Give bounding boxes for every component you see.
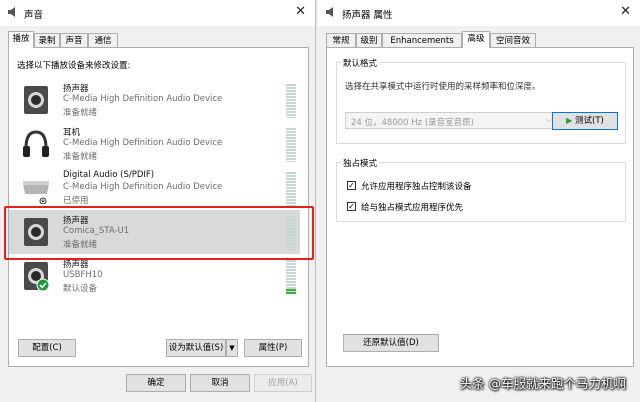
watermark: 头条 @车服就来跑个马力机啊 (459, 376, 626, 391)
device-name: 扬声器 (63, 84, 89, 94)
format-select[interactable]: 24 位，48000 Hz (录音室音质) ⌵ (345, 112, 557, 129)
format-description: 选择在共享模式中运行时使用的采样频率和位深度。 (345, 82, 541, 92)
tab-playback[interactable]: 播放 (8, 31, 34, 48)
device-item-headphones[interactable]: 耳机 C-Media High Definition Audio Device … (9, 122, 300, 166)
format-select-value: 24 位，48000 Hz (录音室音质) (351, 118, 474, 128)
tab-recording[interactable]: 录制 (34, 33, 60, 47)
device-item-speakers-usbfh10[interactable]: 扬声器 USBFH10 默认设备 (9, 254, 300, 298)
headphones-icon (23, 130, 49, 157)
instruction-text: 选择以下播放设备来修改设置: (17, 61, 131, 71)
speaker-app-icon (8, 7, 15, 17)
play-icon: ▶ (566, 116, 573, 125)
test-button[interactable]: ▶ 测试(T) (552, 112, 618, 130)
window-title: 声音 (24, 10, 44, 21)
volume-meter (286, 172, 296, 206)
tab-advanced[interactable]: 高级 (462, 31, 490, 48)
speaker-icon (24, 86, 48, 114)
highlight-box (4, 206, 314, 260)
close-icon[interactable]: ✕ (295, 4, 306, 19)
device-list[interactable]: 扬声器 C-Media High Definition Audio Device… (9, 78, 300, 300)
device-item-speakers-cmedia[interactable]: 扬声器 C-Media High Definition Audio Device… (9, 78, 300, 122)
window-title: 扬声器 属性 (342, 10, 393, 21)
ok-button[interactable]: 确定 (126, 374, 186, 392)
tab-sounds[interactable]: 声音 (60, 33, 88, 47)
exclusive-mode-group (336, 162, 626, 222)
volume-meter (286, 128, 296, 162)
priority-exclusive-checkbox[interactable]: ✓ (347, 202, 356, 211)
close-icon[interactable]: ✕ (620, 4, 631, 19)
allow-exclusive-checkbox[interactable]: ✓ (347, 181, 356, 190)
volume-meter (286, 84, 296, 118)
device-item-digital-audio[interactable]: Digital Audio (S/PDIF) C-Media High Defi… (9, 166, 300, 210)
speaker-properties-dialog: 扬声器 属性 ✕ 常规 级别 Enhancements 高级 空间音效 默认格式… (318, 0, 640, 402)
device-status: 已停用 (63, 196, 89, 206)
exclusive-mode-label: 独占模式 (341, 157, 380, 169)
speaker-default-icon (24, 262, 50, 292)
chevron-down-icon[interactable]: ▼ (226, 339, 238, 357)
device-description: C-Media High Definition Audio Device (63, 138, 223, 148)
properties-button[interactable]: 属性(P) (244, 339, 302, 357)
restore-defaults-button[interactable]: 还原默认值(D) (343, 334, 439, 352)
device-status: 默认设备 (63, 284, 98, 294)
tab-levels[interactable]: 级别 (356, 33, 382, 47)
device-status: 准备就绪 (63, 152, 98, 162)
test-button-label: 测试(T) (575, 116, 604, 126)
title-bar: 扬声器 属性 ✕ (318, 0, 640, 26)
device-status: 准备就绪 (63, 108, 98, 118)
default-format-group (336, 62, 626, 144)
cancel-button[interactable]: 取消 (190, 374, 250, 392)
device-description: USBFH10 (63, 270, 103, 280)
sound-dialog: 声音 ✕ 播放 录制 声音 通信 选择以下播放设备来修改设置: 扬声器 C-Me… (0, 0, 316, 402)
device-name: Digital Audio (S/PDIF) (63, 170, 155, 180)
tab-spatial-sound[interactable]: 空间音效 (490, 33, 536, 47)
speaker-app-icon (326, 7, 333, 17)
default-format-label: 默认格式 (341, 57, 380, 69)
digital-audio-icon (23, 181, 49, 204)
device-description: C-Media High Definition Audio Device (63, 182, 223, 192)
configure-button[interactable]: 配置(C) (18, 339, 76, 357)
apply-button[interactable]: 应用(A) (254, 374, 312, 392)
priority-exclusive-label: 给与独占模式应用程序优先 (361, 203, 464, 213)
volume-meter (286, 260, 296, 294)
title-bar: 声音 ✕ (0, 0, 315, 26)
advanced-panel: 默认格式 选择在共享模式中运行时使用的采样频率和位深度。 24 位，48000 … (326, 47, 634, 367)
device-description: C-Media High Definition Audio Device (63, 94, 223, 104)
allow-exclusive-label: 允许应用程序独占控制该设备 (361, 182, 472, 192)
set-default-button[interactable]: 设为默认值(S) (166, 339, 226, 357)
tab-general[interactable]: 常规 (326, 33, 356, 47)
tab-communications[interactable]: 通信 (88, 33, 118, 47)
tab-enhancements[interactable]: Enhancements (382, 33, 462, 47)
device-name: 耳机 (63, 128, 81, 138)
